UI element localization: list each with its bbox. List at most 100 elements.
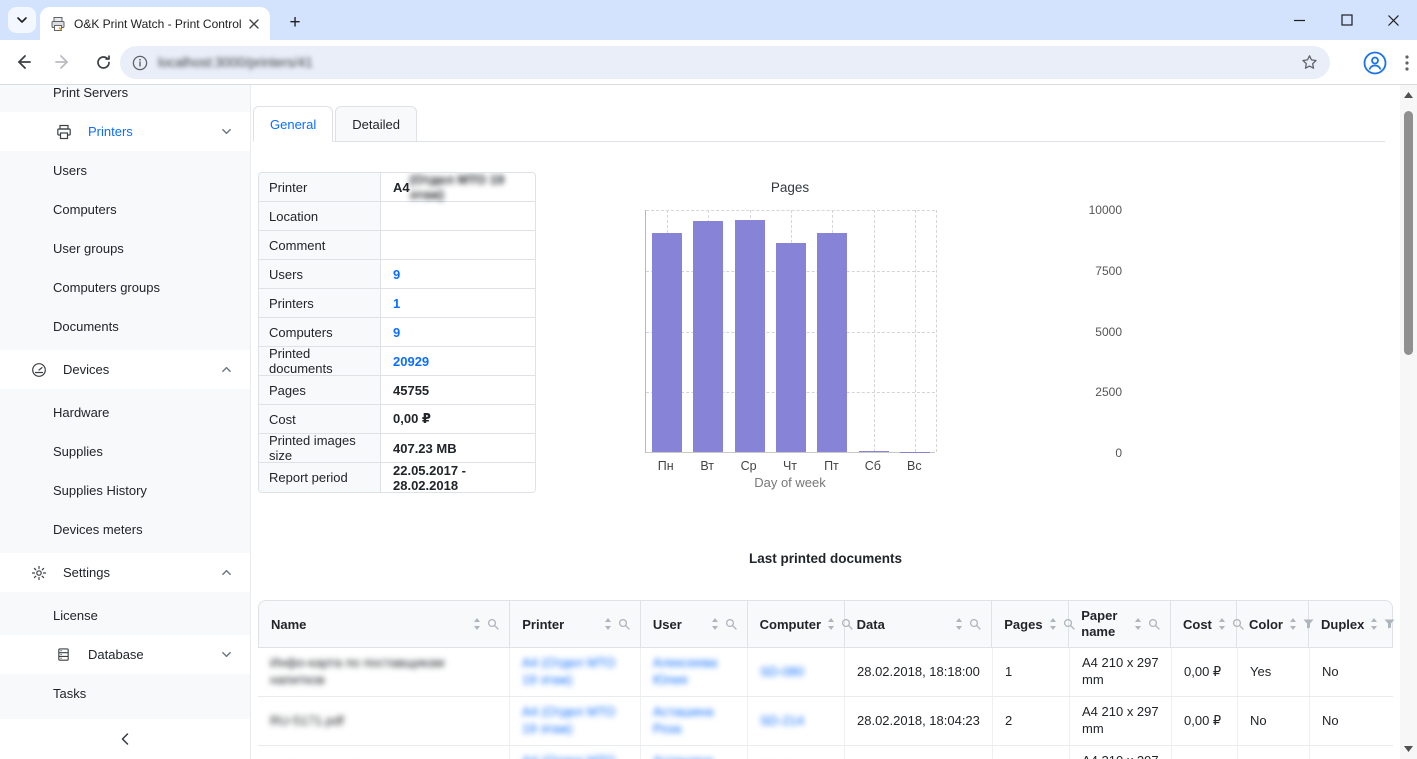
x-tick-label: Пт (824, 459, 839, 473)
column-header-user[interactable]: User (641, 601, 748, 647)
chevron-up-icon (221, 364, 232, 375)
browser-tab[interactable]: O&K Print Watch - Print Control (40, 7, 270, 40)
sidebar-item-user-groups[interactable]: User groups (0, 229, 250, 268)
sidebar-item-printers[interactable]: Printers (0, 112, 250, 151)
x-tick-label: Вс (906, 459, 922, 473)
menu-dots-icon[interactable] (1405, 54, 1409, 71)
search-icon[interactable] (487, 618, 499, 630)
back-button[interactable] (6, 45, 40, 79)
column-header-duplex[interactable]: Duplex (1309, 601, 1395, 647)
sidebar-item-documents[interactable]: Documents (0, 307, 250, 346)
printed-documents-link[interactable]: 20929 (381, 347, 535, 375)
computers-count-link[interactable]: 9 (381, 318, 535, 346)
page-scrollbar[interactable] (1400, 85, 1417, 759)
sidebar-item-supplies[interactable]: Supplies (0, 432, 250, 471)
sidebar-item-computers[interactable]: Computers (0, 190, 250, 229)
user-link[interactable]: Асташина Роза (653, 753, 735, 759)
sort-icon[interactable] (1218, 618, 1226, 630)
sidebar-item-users[interactable]: Users (0, 151, 250, 190)
sidebar-collapse-button[interactable] (0, 719, 250, 759)
sidebar-item-devices[interactable]: Devices (0, 350, 250, 389)
document-row[interactable]: 1443-копия МТФ 19 A4 (Отдел МТО 19 этаж)… (258, 746, 1393, 759)
gear-icon (30, 564, 47, 581)
document-cost: 0,00 ₽ (1184, 663, 1222, 679)
forward-button[interactable] (46, 45, 80, 79)
computer-link[interactable]: SD-080 (760, 664, 804, 681)
computer-link[interactable]: SD-214 (760, 713, 804, 730)
sort-icon[interactable] (604, 618, 612, 630)
pages-bar-chart (645, 210, 937, 453)
sidebar-item-devices-meters[interactable]: Devices meters (0, 510, 250, 549)
new-tab-button[interactable]: + (282, 10, 308, 36)
column-header-paper-name[interactable]: Paper name (1069, 601, 1171, 647)
sidebar: Print Servers Printers Users Computers U… (0, 85, 251, 759)
search-icon[interactable] (1148, 618, 1160, 630)
bar-Чт (776, 243, 806, 452)
filter-icon[interactable] (1384, 619, 1395, 629)
sort-icon[interactable] (827, 618, 835, 630)
url-text[interactable]: localhost:3000/printers/41 (158, 55, 1301, 70)
printer-link[interactable]: A4 (Отдел МТО 19 этаж) (522, 655, 628, 689)
documents-table-header: Name Printer User Computer Data Pages Pa… (258, 600, 1395, 648)
document-row[interactable]: Инфо-карта по поставщикам напитков A4 (О… (258, 648, 1393, 697)
sort-icon[interactable] (1049, 618, 1057, 630)
prop-comment: Comment (259, 231, 535, 260)
document-name: RU-5171.pdf (270, 712, 344, 728)
close-window-button[interactable] (1370, 0, 1417, 40)
url-bar[interactable]: localhost:3000/printers/41 (120, 46, 1330, 79)
maximize-button[interactable] (1323, 0, 1370, 40)
tab-detailed[interactable]: Detailed (335, 106, 417, 142)
column-header-data[interactable]: Data (845, 601, 993, 647)
tab-search-button[interactable] (8, 7, 36, 33)
sort-icon[interactable] (711, 618, 719, 630)
column-header-pages[interactable]: Pages (992, 601, 1075, 647)
reload-button[interactable] (86, 45, 120, 79)
scrollbar-thumb[interactable] (1404, 111, 1413, 355)
sort-icon[interactable] (1134, 618, 1142, 630)
profile-avatar-icon[interactable] (1363, 51, 1387, 75)
document-duplex: No (1322, 663, 1339, 679)
tab-general[interactable]: General (253, 106, 334, 142)
sidebar-item-supplies-history[interactable]: Supplies History (0, 471, 250, 510)
column-header-color[interactable]: Color (1237, 601, 1314, 647)
user-link[interactable]: Алексеева Юлия (653, 655, 735, 689)
tab-close-icon[interactable] (246, 16, 262, 32)
document-row[interactable]: RU-5171.pdf A4 (Отдел МТО 19 этаж) Асташ… (258, 697, 1393, 746)
user-link[interactable]: Асташина Роза (653, 704, 735, 738)
site-info-icon[interactable] (132, 55, 148, 71)
sort-icon[interactable] (1370, 618, 1378, 630)
sort-icon[interactable] (473, 618, 481, 630)
x-tick-label: Пн (657, 459, 674, 473)
sort-icon[interactable] (1289, 618, 1297, 630)
printer-link[interactable]: A4 (Отдел МТО 19 этаж) (522, 753, 628, 759)
bookmark-star-icon[interactable] (1301, 54, 1318, 71)
view-tabs: General Detailed (253, 105, 1385, 142)
sidebar-item-database[interactable]: Database (0, 635, 250, 674)
search-icon[interactable] (969, 618, 981, 630)
sidebar-item-license[interactable]: License (0, 596, 250, 635)
sidebar-item-tasks[interactable]: Tasks (0, 674, 250, 713)
sidebar-item-hardware[interactable]: Hardware (0, 393, 250, 432)
column-header-name[interactable]: Name (259, 601, 511, 647)
sidebar-item-computers-groups[interactable]: Computers groups (0, 268, 250, 307)
search-icon[interactable] (618, 618, 630, 630)
printer-icon (55, 123, 72, 140)
document-color: Yes (1250, 663, 1272, 679)
sidebar-item-settings[interactable]: Settings (0, 553, 250, 592)
bar-Сб (858, 451, 889, 452)
chevron-up-icon (221, 567, 232, 578)
printers-count-link[interactable]: 1 (381, 289, 535, 317)
scroll-up-icon[interactable] (1400, 87, 1417, 103)
printer-link[interactable]: A4 (Отдел МТО 19 этаж) (522, 704, 628, 738)
column-header-cost[interactable]: Cost (1171, 601, 1244, 647)
minimize-button[interactable] (1276, 0, 1323, 40)
users-count-link[interactable]: 9 (381, 260, 535, 288)
column-header-printer[interactable]: Printer (510, 601, 641, 647)
column-header-computer[interactable]: Computer (748, 601, 853, 647)
chevron-down-icon (221, 126, 232, 137)
scroll-down-icon[interactable] (1400, 741, 1417, 757)
sidebar-item-print-servers[interactable]: Print Servers (0, 85, 250, 112)
sort-icon[interactable] (955, 618, 963, 630)
search-icon[interactable] (725, 618, 737, 630)
document-duplex: No (1322, 712, 1339, 728)
